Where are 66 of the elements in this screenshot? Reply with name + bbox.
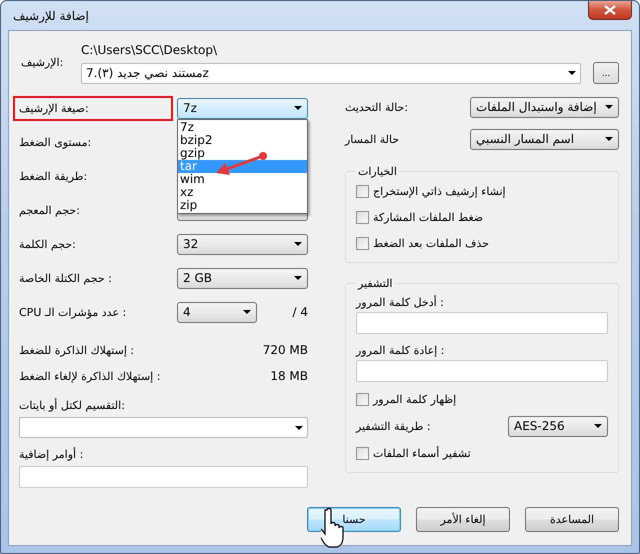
field-label: حالة المسار xyxy=(345,132,400,146)
caret-icon xyxy=(594,424,602,428)
field-label: إستهلاك الذاكرة لإلغاء الضغط : xyxy=(19,370,160,382)
dropdown[interactable]: 32 xyxy=(177,234,308,254)
dropdown[interactable]: إضافة واستبدال الملفات xyxy=(470,96,619,118)
archive-name-field[interactable]: مستند نصي جديد (٣).7z xyxy=(81,62,581,84)
checkbox-label: حذف الملفات بعد الضغط xyxy=(373,236,489,250)
caret-icon xyxy=(294,276,302,280)
field-label: الإرشيف: xyxy=(20,56,64,68)
dropdown[interactable]: 2 GB xyxy=(177,268,308,288)
dropdown-option[interactable]: xz xyxy=(178,186,307,198)
dropdown[interactable]: اسم المسار النسبي xyxy=(470,128,619,150)
checkbox[interactable] xyxy=(356,210,369,224)
group-title: التشفير xyxy=(356,277,394,290)
field-label: حالة التحديث: xyxy=(345,100,410,114)
close-icon xyxy=(604,5,616,15)
parameters-field[interactable] xyxy=(19,466,308,488)
checkbox[interactable] xyxy=(356,392,369,406)
field-label: CPU عدد مؤشرات الـ : xyxy=(19,306,126,318)
checkbox-label: إنشاء إرشيف ذاتي الإستخراج xyxy=(373,184,506,198)
split-size-field[interactable] xyxy=(19,417,308,438)
dropdown[interactable]: 7z xyxy=(177,98,308,118)
dropdown-option[interactable]: wim xyxy=(178,172,307,186)
field-label: أوامر إضافية : xyxy=(19,448,84,460)
password-field[interactable] xyxy=(356,360,608,382)
dropdown-option[interactable]: bzip2 xyxy=(178,134,307,146)
caret-icon xyxy=(295,426,303,430)
caret-icon xyxy=(294,106,302,110)
caret-icon xyxy=(605,137,613,141)
group-title: الخيارات xyxy=(357,165,398,178)
caret-icon xyxy=(605,105,613,109)
thread-count: / 4 xyxy=(292,305,308,319)
field-label: إستهلاك الذاكرة للضغط : xyxy=(19,344,134,356)
checkbox-label: ضغط الملفات المشاركة xyxy=(373,210,484,224)
dialog-button[interactable]: المساعدة xyxy=(525,507,619,532)
caret-icon xyxy=(243,310,251,314)
dialog-button[interactable]: إلغاء الأمر xyxy=(416,507,510,532)
field-label: مستوى الضغط: xyxy=(19,136,92,148)
browse-button[interactable]: ... xyxy=(593,62,619,84)
memory-value: 18 MB xyxy=(270,369,308,383)
field-label: حجم المعجم: xyxy=(19,204,80,216)
checkbox-label: إظهار كلمة المرور xyxy=(373,392,456,406)
dropdown[interactable]: AES-256 xyxy=(508,416,608,436)
dropdown-option[interactable]: gzip xyxy=(178,146,307,160)
checkbox-label: تشفير أسماء الملفات xyxy=(373,446,471,460)
field-label: طريقة الضغط: xyxy=(19,170,88,182)
memory-value: 720 MB xyxy=(262,343,308,357)
field-label: حجم الكلمة: xyxy=(19,238,76,250)
folder-path: C:\Users\SCC\Desktop\ xyxy=(81,43,218,57)
field-label: طريقة التشفير : xyxy=(356,420,431,432)
close-button[interactable] xyxy=(588,1,632,20)
field-label: أدخل كلمة المرور : xyxy=(356,296,444,308)
field-label: إعادة كلمة المرور : xyxy=(356,344,444,356)
field-label: التقسيم لكتل أو بايتات: xyxy=(19,398,125,412)
caret-icon xyxy=(568,71,576,75)
checkbox[interactable] xyxy=(356,184,369,198)
checkbox[interactable] xyxy=(356,236,369,250)
dropdown-option[interactable]: zip xyxy=(178,198,307,212)
window-title: إضافة للإرشيف xyxy=(13,8,89,22)
field-label: صيغة الإرشيف: xyxy=(19,102,89,114)
dropdown-option[interactable]: 7z xyxy=(178,120,307,134)
caret-icon xyxy=(294,242,302,246)
password-field[interactable] xyxy=(356,312,608,334)
checkbox[interactable] xyxy=(356,446,369,460)
field-label: حجم الكتلة الخاصة : xyxy=(19,272,112,284)
dropdown[interactable]: 4 xyxy=(177,302,257,322)
